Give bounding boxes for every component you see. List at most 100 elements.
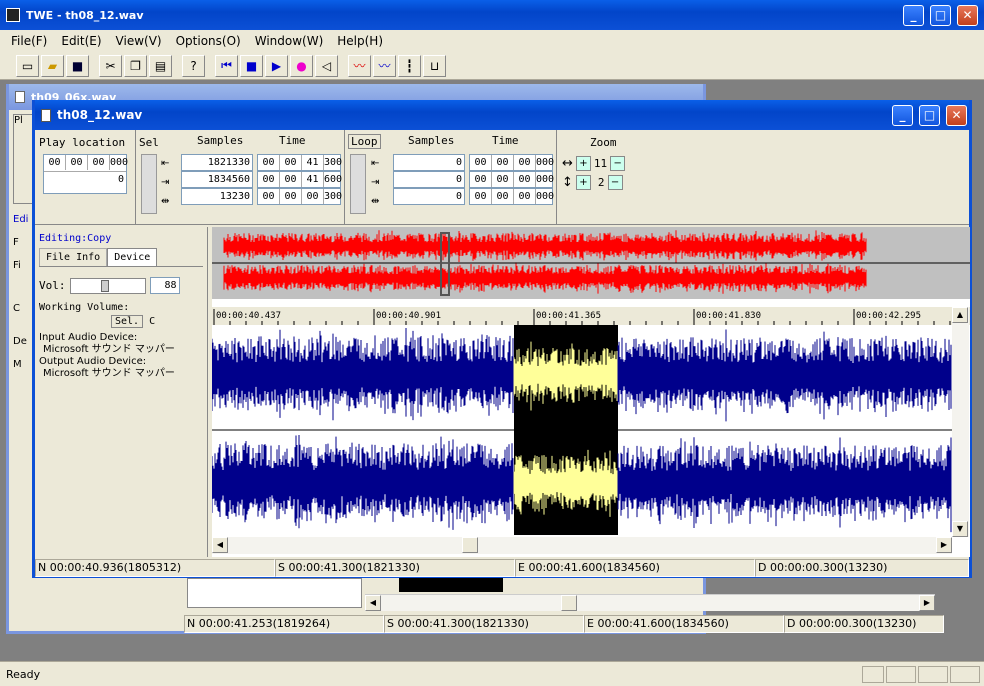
status-s: S 00:00:41.300(1821330): [275, 559, 515, 577]
loop-start-arrow-icon[interactable]: ⇤: [371, 154, 379, 173]
zoom-out-v-icon[interactable]: −: [607, 175, 623, 190]
help-icon[interactable]: ?: [182, 54, 205, 77]
stop-icon[interactable]: ■: [240, 54, 263, 77]
working-volume-row: Sel. C: [111, 315, 203, 328]
loop-time-header: Time: [492, 134, 519, 147]
sel-length-samples[interactable]: 13230: [181, 188, 253, 205]
doc-close-button[interactable]: ✕: [946, 104, 967, 126]
zoom-in-h-icon[interactable]: +: [575, 156, 591, 171]
waveform-svg[interactable]: 00:00:40.437 00:00:40.901 00:00:41.365 00:0…: [212, 227, 970, 557]
app-title: TWE - th08_12.wav: [26, 8, 144, 22]
device-tab-content: Vol: 88 Working Volume: Sel. C Input Aud…: [39, 266, 203, 516]
sel-end-time[interactable]: 00 00 41 600: [257, 171, 342, 188]
menu-bar: File(F) Edit(E) View(V) Options(O) Windo…: [0, 30, 984, 52]
menu-file[interactable]: File(F): [4, 34, 54, 48]
maximize-button[interactable]: □: [930, 4, 951, 26]
bg-hscroll[interactable]: ◀ ▶: [365, 594, 935, 611]
doc-icon: [15, 91, 25, 103]
sel-start-arrow-icon[interactable]: ⇤: [161, 154, 169, 173]
record-icon[interactable]: ●: [290, 54, 313, 77]
menu-options[interactable]: Options(O): [169, 34, 248, 48]
vol-row: Vol: 88: [39, 277, 203, 294]
sel-span-arrow-icon[interactable]: ⇹: [161, 192, 169, 211]
tab-device[interactable]: Device: [107, 248, 158, 266]
scroll-thumb[interactable]: [561, 595, 577, 611]
doc-titlebar: th08_12.wav _ □ ✕: [35, 100, 969, 130]
sel-time-header: Time: [279, 134, 306, 147]
loop-start-samples[interactable]: 0: [393, 154, 465, 171]
scroll-up-icon[interactable]: ▲: [952, 307, 968, 323]
sel-end-samples[interactable]: 1834560: [181, 171, 253, 188]
waveform-area[interactable]: 00:00:40.437 00:00:40.901 00:00:41.365 00:0…: [212, 227, 970, 557]
bg-selection: [399, 578, 503, 592]
sel-length-time[interactable]: 00 00 00 300: [257, 188, 342, 205]
ruler-icon[interactable]: ⊔: [423, 54, 446, 77]
loop-length-samples[interactable]: 0: [393, 188, 465, 205]
hscroll[interactable]: ◀ ▶: [212, 537, 952, 554]
status-s: S 00:00:41.300(1821330): [384, 615, 584, 633]
loop-start-time[interactable]: 00 00 00 000: [469, 154, 554, 171]
marker-icon[interactable]: ┇: [398, 54, 421, 77]
loop-span-arrow-icon[interactable]: ⇹: [371, 192, 379, 211]
app-icon: [6, 8, 20, 22]
wave-blue-icon[interactable]: 〰: [373, 54, 396, 77]
loop-button[interactable]: Loop: [348, 134, 381, 149]
scroll-left-icon[interactable]: ◀: [365, 595, 381, 611]
menu-view[interactable]: View(V): [109, 34, 169, 48]
close-button[interactable]: ✕: [957, 4, 978, 26]
wave-red-icon[interactable]: 〰: [348, 54, 371, 77]
minimize-button[interactable]: _: [903, 4, 924, 26]
status-ready: Ready: [6, 667, 41, 681]
play-location-samples: 0: [44, 172, 126, 189]
scroll-right-icon[interactable]: ▶: [919, 595, 935, 611]
doc-window[interactable]: th08_12.wav _ □ ✕ Play location 00 00 00 00…: [32, 100, 972, 578]
sel-lock-icon[interactable]: [141, 154, 157, 214]
loop-length-time[interactable]: 00 00 00 000: [469, 188, 554, 205]
working-volume-label: Working Volume:: [39, 302, 130, 313]
vol-value[interactable]: 88: [149, 277, 180, 294]
paste-icon[interactable]: ▤: [149, 54, 172, 77]
scroll-thumb[interactable]: [462, 537, 478, 553]
vscroll[interactable]: ▲ ▼: [952, 307, 969, 537]
zoom-out-h-icon[interactable]: −: [610, 156, 626, 171]
side-panel: Editing:Copy File Info Device Vol: 88 Wo…: [35, 227, 208, 557]
menu-window[interactable]: Window(W): [248, 34, 331, 48]
ruler-label: 00:00:42.295: [856, 311, 921, 321]
vol-slider[interactable]: [69, 277, 146, 294]
ruler-label: 00:00:40.901: [376, 311, 441, 321]
main-statusbar: Ready: [0, 661, 984, 686]
loop-end-samples[interactable]: 0: [393, 171, 465, 188]
menu-edit[interactable]: Edit(E): [54, 34, 108, 48]
menu-help[interactable]: Help(H): [330, 34, 390, 48]
play-location-box: 00 00 00 000 0: [43, 154, 128, 194]
doc-maximize-button[interactable]: □: [919, 104, 940, 126]
sel-device-button[interactable]: Sel.: [111, 315, 144, 328]
play-icon[interactable]: ▶: [265, 54, 288, 77]
play-location-time: 00 00 00 000: [44, 155, 128, 172]
status-e: E 00:00:41.600(1834560): [515, 559, 755, 577]
doc-minimize-button[interactable]: _: [892, 104, 913, 126]
sel-end-arrow-icon[interactable]: ⇥: [161, 173, 169, 192]
scroll-down-icon[interactable]: ▼: [952, 521, 968, 537]
play-location-label: Play location: [39, 136, 126, 149]
open-folder-icon[interactable]: ▰: [41, 54, 64, 77]
sel-start-time[interactable]: 00 00 41 300: [257, 154, 342, 171]
zoom-label: Zoom: [590, 136, 617, 149]
loop-end-time[interactable]: 00 00 00 000: [469, 171, 554, 188]
rewind-icon[interactable]: ⏮: [215, 54, 238, 77]
toolbar: ▭ ▰ ■ ✂ ❐ ▤ ? ⏮ ■ ▶ ● ◁ 〰 〰 ┇ ⊔: [0, 52, 984, 80]
zoom-in-v-icon[interactable]: +: [575, 175, 591, 190]
loop-end-arrow-icon[interactable]: ⇥: [371, 173, 379, 192]
scroll-right-icon[interactable]: ▶: [936, 537, 952, 553]
tab-file-info[interactable]: File Info: [39, 248, 108, 266]
speaker-icon[interactable]: ◁: [315, 54, 338, 77]
ruler-label: 00:00:41.365: [536, 311, 601, 321]
sel-start-samples[interactable]: 1821330: [181, 154, 253, 171]
copy-icon[interactable]: ❐: [124, 54, 147, 77]
status-d: D 00:00:00.300(13230): [755, 559, 969, 577]
save-icon[interactable]: ■: [66, 54, 89, 77]
loop-lock-icon[interactable]: [350, 154, 366, 214]
cut-icon[interactable]: ✂: [99, 54, 122, 77]
new-file-icon[interactable]: ▭: [16, 54, 39, 77]
scroll-left-icon[interactable]: ◀: [212, 537, 228, 553]
